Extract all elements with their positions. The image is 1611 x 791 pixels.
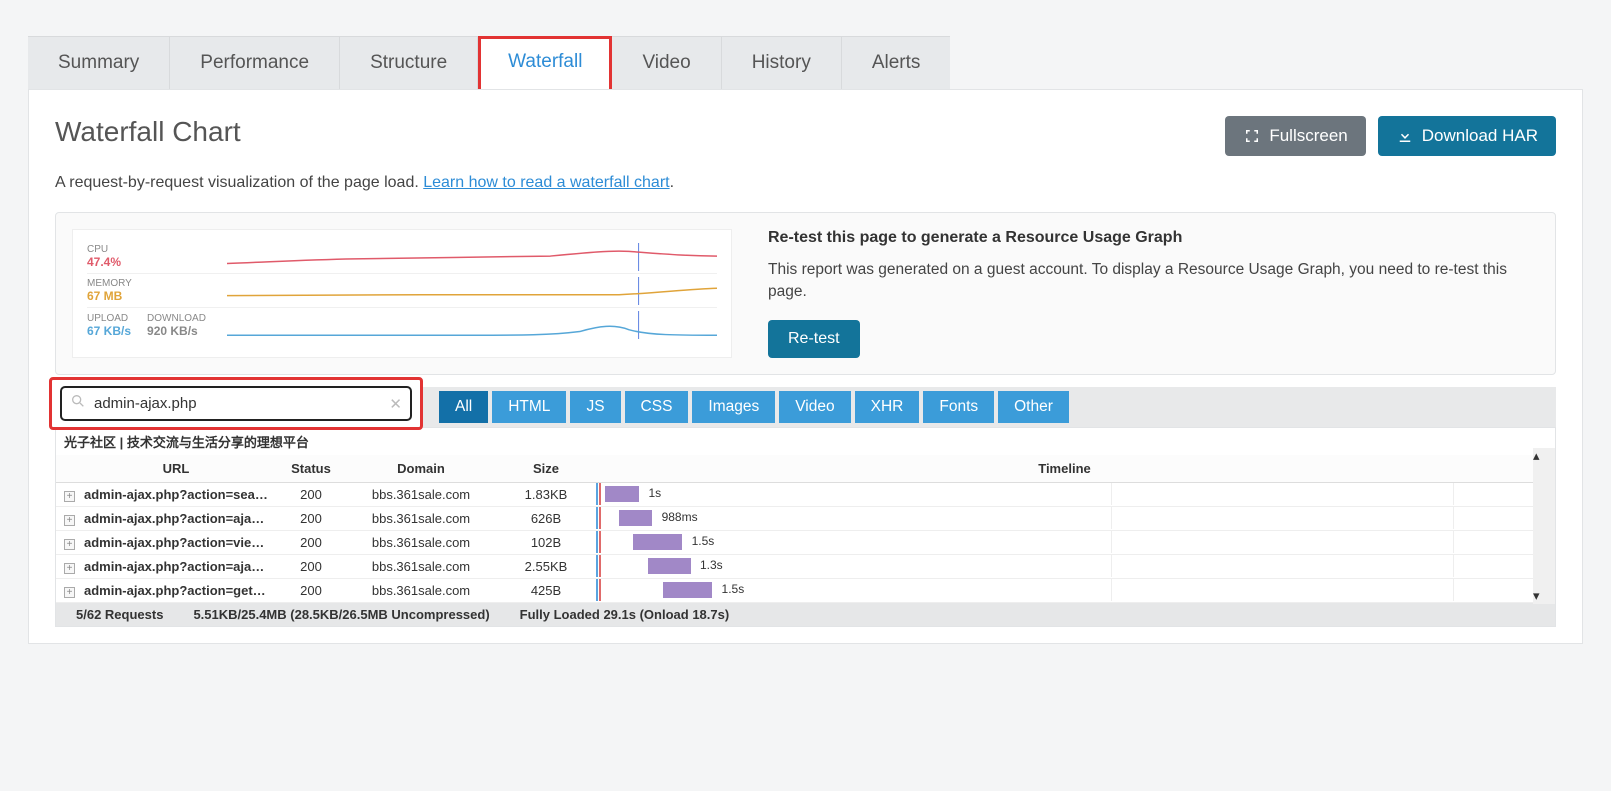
tab-structure[interactable]: Structure — [340, 36, 478, 89]
learn-waterfall-link[interactable]: Learn how to read a waterfall chart — [423, 174, 669, 191]
table-row[interactable]: +admin-ajax.php?action=view…200bbs.361sa… — [56, 531, 1555, 555]
cell-size: 2.55KB — [496, 555, 596, 578]
expand-row-icon[interactable]: + — [64, 515, 75, 526]
expand-row-icon[interactable]: + — [64, 587, 75, 598]
resource-graph-row: MEMORY67 MB — [87, 274, 717, 308]
footer-requests: 5/62 Requests — [64, 607, 163, 622]
cell-timeline: 1.5s — [596, 531, 1533, 553]
cell-url: admin-ajax.php?action=view… — [76, 531, 276, 554]
page-title: Waterfall Chart — [55, 116, 241, 148]
filter-images[interactable]: Images — [692, 391, 775, 423]
page-title-row: 光子社区 | 技术交流与生活分享的理想平台 — [56, 428, 1555, 455]
resource-heading: Re-test this page to generate a Resource… — [768, 229, 1539, 247]
scroll-down-icon[interactable]: ▾ — [1533, 588, 1555, 604]
filter-other[interactable]: Other — [998, 391, 1069, 423]
expand-row-icon[interactable]: + — [64, 563, 75, 574]
cell-domain: bbs.361sale.com — [346, 507, 496, 530]
tab-history[interactable]: History — [722, 36, 842, 89]
filter-css[interactable]: CSS — [625, 391, 689, 423]
cell-url: admin-ajax.php?action=ajax… — [76, 555, 276, 578]
cell-size: 102B — [496, 531, 596, 554]
footer-size: 5.51KB/25.4MB (28.5KB/26.5MB Uncompresse… — [193, 607, 489, 622]
cell-domain: bbs.361sale.com — [346, 555, 496, 578]
search-highlight: ✕ — [49, 377, 423, 430]
col-status[interactable]: Status — [276, 455, 346, 482]
filter-html[interactable]: HTML — [492, 391, 566, 423]
cell-timeline: 1.3s — [596, 555, 1533, 577]
table-row[interactable]: +admin-ajax.php?action=ajax…200bbs.361sa… — [56, 555, 1555, 579]
cell-url: admin-ajax.php?action=ajax… — [76, 507, 276, 530]
panel-subtext: A request-by-request visualization of th… — [55, 174, 1556, 192]
filter-fonts[interactable]: Fonts — [923, 391, 994, 423]
cell-domain: bbs.361sale.com — [346, 531, 496, 554]
resource-graph-row: CPU47.4% — [87, 240, 717, 274]
col-timeline[interactable]: Timeline — [596, 455, 1533, 482]
expand-row-icon[interactable]: + — [64, 539, 75, 550]
cell-status: 200 — [276, 483, 346, 506]
cell-timeline: 988ms — [596, 507, 1533, 529]
table-row[interactable]: +admin-ajax.php?action=get_…200bbs.361sa… — [56, 579, 1555, 603]
waterfall-table: 光子社区 | 技术交流与生活分享的理想平台 URL Status Domain … — [55, 427, 1556, 627]
tab-waterfall[interactable]: Waterfall — [478, 36, 612, 89]
resource-graph-preview: CPU47.4%MEMORY67 MBUPLOAD67 KB/sDOWNLOAD… — [72, 229, 732, 358]
retest-button[interactable]: Re-test — [768, 320, 860, 358]
table-header-row: URL Status Domain Size Timeline ▼ — [56, 455, 1555, 483]
fullscreen-button[interactable]: Fullscreen — [1225, 116, 1365, 156]
cell-timeline: 1.5s — [596, 579, 1533, 601]
cell-status: 200 — [276, 579, 346, 602]
filter-bar: ✕ AllHTMLJSCSSImagesVideoXHRFontsOther — [55, 387, 1556, 427]
col-domain[interactable]: Domain — [346, 455, 496, 482]
search-icon — [70, 393, 86, 414]
cell-size: 1.83KB — [496, 483, 596, 506]
table-row[interactable]: +admin-ajax.php?action=ajax…200bbs.361sa… — [56, 507, 1555, 531]
tab-alerts[interactable]: Alerts — [842, 36, 951, 89]
scroll-up-icon[interactable]: ▴ — [1533, 448, 1555, 464]
filter-video[interactable]: Video — [779, 391, 850, 423]
search-input[interactable] — [90, 393, 389, 414]
footer-loaded: Fully Loaded 29.1s (Onload 18.7s) — [520, 607, 730, 622]
cell-url: admin-ajax.php?action=sear… — [76, 483, 276, 506]
tab-performance[interactable]: Performance — [170, 36, 340, 89]
table-footer: 5/62 Requests 5.51KB/25.4MB (28.5KB/26.5… — [56, 603, 1555, 626]
clear-search-icon[interactable]: ✕ — [389, 395, 402, 413]
resource-text: This report was generated on a guest acc… — [768, 259, 1539, 304]
scrollbar-track[interactable]: ▴ ▾ — [1533, 448, 1555, 604]
fullscreen-icon — [1243, 127, 1261, 145]
filter-xhr[interactable]: XHR — [855, 391, 920, 423]
resource-graph-row: UPLOAD67 KB/sDOWNLOAD920 KB/s — [87, 308, 717, 342]
table-row[interactable]: +admin-ajax.php?action=sear…200bbs.361sa… — [56, 483, 1555, 507]
cell-status: 200 — [276, 555, 346, 578]
cell-status: 200 — [276, 507, 346, 530]
col-url[interactable]: URL — [76, 455, 276, 482]
cell-domain: bbs.361sale.com — [346, 483, 496, 506]
cell-size: 626B — [496, 507, 596, 530]
filter-all[interactable]: All — [439, 391, 488, 423]
expand-row-icon[interactable]: + — [64, 491, 75, 502]
cell-url: admin-ajax.php?action=get_… — [76, 579, 276, 602]
cell-status: 200 — [276, 531, 346, 554]
tab-summary[interactable]: Summary — [28, 36, 170, 89]
waterfall-panel: Waterfall Chart Fullscreen Download HAR … — [28, 89, 1583, 644]
download-har-button[interactable]: Download HAR — [1378, 116, 1556, 156]
cell-size: 425B — [496, 579, 596, 602]
download-icon — [1396, 127, 1414, 145]
resource-usage-box: CPU47.4%MEMORY67 MBUPLOAD67 KB/sDOWNLOAD… — [55, 212, 1556, 375]
cell-timeline: 1s — [596, 483, 1533, 505]
col-size[interactable]: Size — [496, 455, 596, 482]
cell-domain: bbs.361sale.com — [346, 579, 496, 602]
filter-js[interactable]: JS — [570, 391, 620, 423]
tab-video[interactable]: Video — [612, 36, 721, 89]
